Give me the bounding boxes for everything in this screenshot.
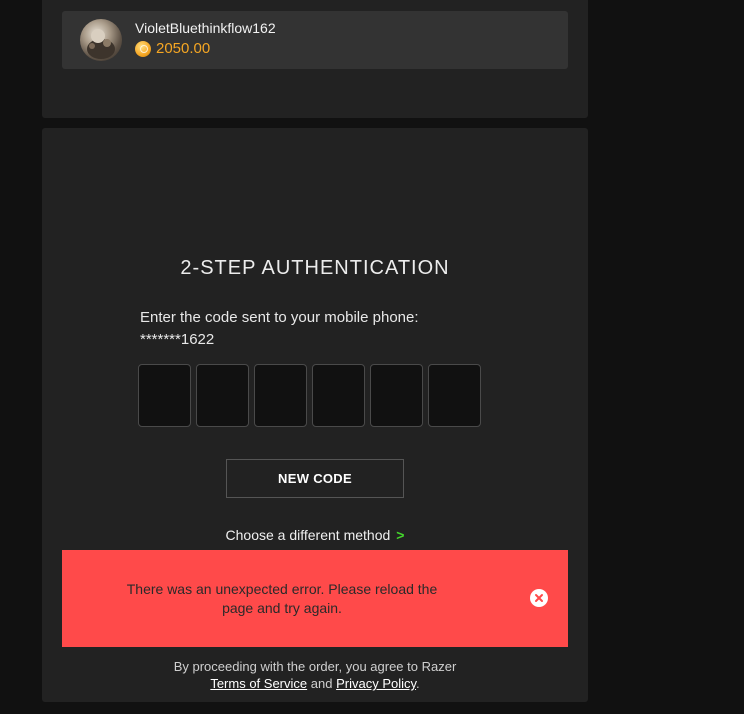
- balance: 2050.00: [135, 40, 210, 57]
- choose-method-link[interactable]: Choose a different method >: [42, 527, 588, 543]
- masked-phone: *******1622: [140, 331, 215, 348]
- auth-panel: 2-STEP AUTHENTICATION Enter the code sen…: [42, 128, 588, 702]
- footer-links: Terms of Service and Privacy Policy.: [42, 675, 588, 692]
- instruction: Enter the code sent to your mobile phone…: [140, 307, 419, 351]
- chevron-right-icon: >: [396, 527, 405, 543]
- code-digit-3[interactable]: [254, 364, 307, 427]
- balance-value: 2050.00: [156, 40, 211, 57]
- choose-method-label: Choose a different method: [225, 527, 391, 543]
- footer-text: By proceeding with the order, you agree …: [173, 659, 457, 674]
- user-panel: VioletBluethinkflow162 2050.00: [42, 0, 588, 118]
- avatar: [80, 19, 122, 61]
- coin-icon: [135, 40, 151, 57]
- error-message: There was an unexpected error. Please re…: [126, 581, 438, 616]
- auth-title: 2-STEP AUTHENTICATION: [180, 257, 450, 279]
- code-digit-4[interactable]: [312, 364, 365, 427]
- footer-suffix: .: [416, 676, 420, 691]
- new-code-button[interactable]: NEW CODE: [226, 459, 404, 498]
- code-digit-6[interactable]: [428, 364, 481, 427]
- error-banner: There was an unexpected error. Please re…: [62, 550, 568, 647]
- username: VioletBluethinkflow162: [135, 20, 276, 36]
- code-digit-2[interactable]: [196, 364, 249, 427]
- terms-of-service-link[interactable]: Terms of Service: [210, 676, 307, 691]
- user-card: VioletBluethinkflow162 2050.00: [62, 11, 568, 69]
- code-digit-1[interactable]: [138, 364, 191, 427]
- privacy-policy-link[interactable]: Privacy Policy: [336, 676, 416, 691]
- close-icon[interactable]: [530, 589, 548, 607]
- footer-and: and: [310, 676, 333, 691]
- footer: By proceeding with the order, you agree …: [42, 658, 588, 692]
- code-digit-5[interactable]: [370, 364, 423, 427]
- instruction-text: Enter the code sent to your mobile phone…: [140, 309, 419, 326]
- code-input-group: [138, 364, 481, 427]
